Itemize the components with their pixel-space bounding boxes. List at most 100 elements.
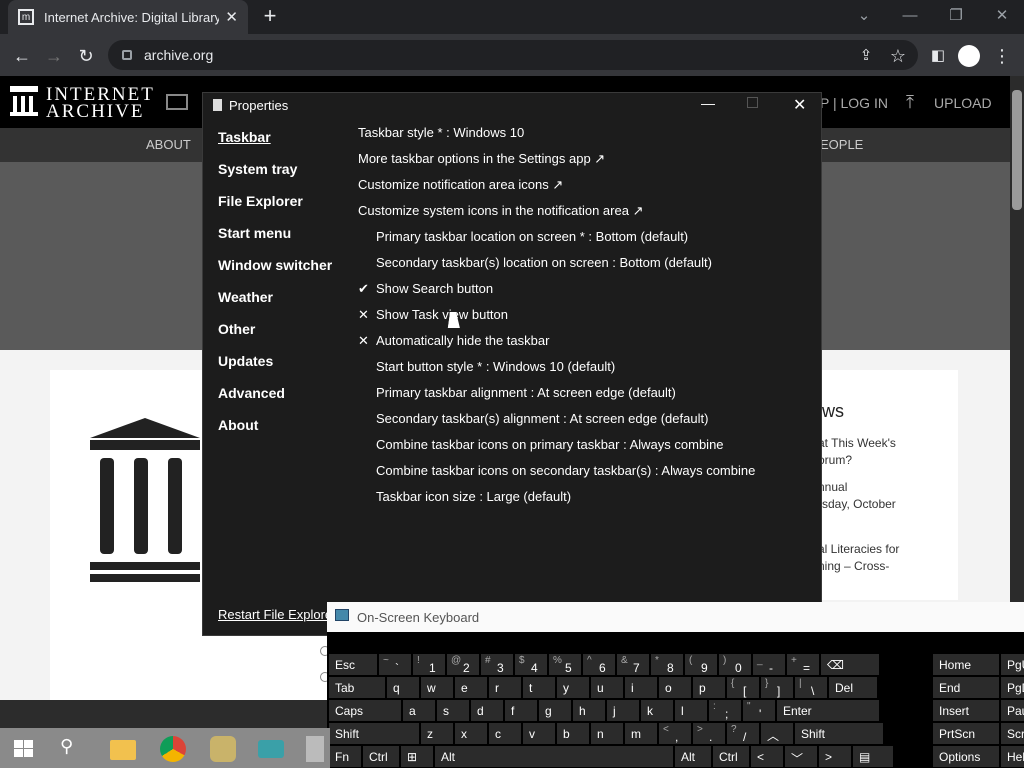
key[interactable]: c [489, 723, 521, 744]
key[interactable]: PgU [1001, 654, 1024, 675]
side-panel-icon[interactable]: ◧ [926, 44, 950, 68]
key[interactable]: n [591, 723, 623, 744]
properties-taskbar-icon[interactable] [306, 736, 324, 762]
key[interactable]: v [523, 723, 555, 744]
news-line-5[interactable]: al Literacies for [818, 542, 899, 556]
web-icon[interactable] [166, 94, 188, 110]
key[interactable]: Shift [795, 723, 883, 744]
key[interactable]: Pau [1001, 700, 1024, 721]
close-icon[interactable]: ✕ [793, 95, 806, 115]
windows-start-icon[interactable] [12, 736, 38, 762]
key[interactable]: ﹀ [785, 746, 817, 767]
key[interactable]: PgD [1001, 677, 1024, 698]
key[interactable]: z [421, 723, 453, 744]
key[interactable]: @2 [447, 654, 479, 675]
key[interactable]: Options [933, 746, 999, 767]
key[interactable]: #3 [481, 654, 513, 675]
option-item[interactable]: Combine taskbar icons on secondary taskb… [376, 463, 755, 478]
option-item[interactable]: Customize system icons in the notificati… [358, 203, 643, 219]
sidebar-item-other[interactable]: Other [218, 321, 255, 337]
key[interactable]: j [607, 700, 639, 721]
option-item[interactable]: Secondary taskbar(s) location on screen … [376, 255, 712, 270]
key[interactable]: ? / [727, 723, 759, 744]
key[interactable]: Caps [329, 700, 401, 721]
key[interactable]: End [933, 677, 999, 698]
key[interactable]: Home [933, 654, 999, 675]
key[interactable]: d [471, 700, 503, 721]
forward-button[interactable]: → [42, 44, 66, 68]
upload-link[interactable]: UPLOAD [934, 95, 992, 111]
key[interactable]: ) 0 [719, 654, 751, 675]
sidebar-item-weather[interactable]: Weather [218, 289, 273, 305]
key[interactable]: ⌫ [821, 654, 879, 675]
share-icon[interactable]: ⇪ [854, 44, 878, 68]
close-window-button[interactable]: ✕ [984, 4, 1020, 28]
key[interactable]: s [437, 700, 469, 721]
file-explorer-icon[interactable] [110, 740, 136, 760]
option-item[interactable]: Show Task view button [376, 307, 508, 322]
news-line-6[interactable]: ning – Cross- [818, 559, 889, 573]
key[interactable]: :; [709, 700, 741, 721]
key[interactable]: q [387, 677, 419, 698]
key[interactable]: ︿ [761, 723, 793, 744]
key[interactable]: h [573, 700, 605, 721]
key[interactable]: <, [659, 723, 691, 744]
minimize-button[interactable]: — [892, 4, 928, 28]
option-item[interactable]: Primary taskbar alignment : At screen ed… [376, 385, 676, 400]
key[interactable]: Del [829, 677, 877, 698]
key[interactable]: Alt [675, 746, 711, 767]
option-item[interactable]: Primary taskbar location on screen * : B… [376, 229, 688, 244]
key[interactable]: {[ [727, 677, 759, 698]
key[interactable]: b [557, 723, 589, 744]
bookmark-star-icon[interactable]: ☆ [886, 44, 910, 68]
sidebar-item-window-switcher[interactable]: Window switcher [218, 257, 332, 273]
sidebar-item-taskbar[interactable]: Taskbar [218, 129, 271, 145]
key[interactable]: ~ ` [379, 654, 411, 675]
key[interactable]: r [489, 677, 521, 698]
browser-tab[interactable]: m Internet Archive: Digital Library o ✕ [8, 0, 248, 34]
key[interactable]: Alt [435, 746, 673, 767]
nav-about[interactable]: ABOUT [146, 137, 191, 152]
key[interactable]: Enter [777, 700, 879, 721]
key[interactable]: ▤ [853, 746, 893, 767]
back-button[interactable]: ← [10, 44, 34, 68]
key[interactable]: < [751, 746, 783, 767]
key[interactable]: y [557, 677, 589, 698]
option-item[interactable]: More taskbar options in the Settings app… [358, 151, 605, 167]
key[interactable]: Esc [329, 654, 377, 675]
upload-icon[interactable]: ⤒ [906, 92, 914, 113]
news-line-4[interactable]: rsday, October [818, 497, 896, 511]
key[interactable]: * 8 [651, 654, 683, 675]
key[interactable]: p [693, 677, 725, 698]
reload-button[interactable]: ↻ [74, 44, 98, 68]
key[interactable]: & 7 [617, 654, 649, 675]
address-bar[interactable]: archive.org [108, 40, 918, 70]
option-item[interactable]: Taskbar icon size : Large (default) [376, 489, 571, 504]
key[interactable]: + = [787, 654, 819, 675]
option-item[interactable]: Start button style * : Windows 10 (defau… [376, 359, 615, 374]
key[interactable]: Scr [1001, 723, 1024, 744]
chrome-icon[interactable] [160, 736, 186, 762]
option-item[interactable]: Show Search button [376, 281, 493, 296]
sidebar-item-system-tray[interactable]: System tray [218, 161, 297, 177]
key[interactable]: t [523, 677, 555, 698]
sidebar-item-file-explorer[interactable]: File Explorer [218, 193, 303, 209]
restart-explorer-link[interactable]: Restart File Explorer ( [218, 607, 344, 622]
key[interactable]: ⊞ [401, 746, 433, 767]
key[interactable]: m [625, 723, 657, 744]
key[interactable]: g [539, 700, 571, 721]
key[interactable]: PrtScn [933, 723, 999, 744]
key[interactable]: Ctrl [713, 746, 749, 767]
profile-avatar[interactable] [958, 45, 980, 67]
option-item[interactable]: Combine taskbar icons on primary taskbar… [376, 437, 724, 452]
app-icon[interactable] [210, 736, 236, 762]
key[interactable]: u [591, 677, 623, 698]
option-item[interactable]: Secondary taskbar(s) alignment : At scre… [376, 411, 708, 426]
key[interactable]: | \ [795, 677, 827, 698]
key[interactable]: ^ 6 [583, 654, 615, 675]
tab-search-icon[interactable]: ⌄ [846, 4, 882, 28]
key[interactable]: Ctrl [363, 746, 399, 767]
key[interactable]: Fn [329, 746, 361, 767]
key[interactable]: i [625, 677, 657, 698]
new-tab-button[interactable]: + [258, 4, 282, 28]
